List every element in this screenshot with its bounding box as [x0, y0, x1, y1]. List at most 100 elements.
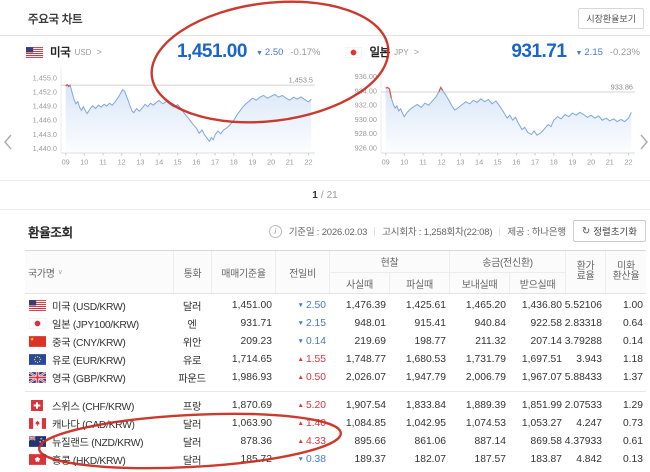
rate-cell: 185.72 [211, 454, 275, 465]
table-row[interactable]: 캐나다 (CAD/KRW)달러1,063.90▲1.401,084.851,04… [25, 415, 646, 433]
svg-text:1,452.0: 1,452.0 [33, 88, 57, 97]
svg-text:14: 14 [475, 158, 483, 167]
table-row[interactable]: 영국 (GBP/KRW)파운드1,986.93▲0.502,026.071,94… [25, 368, 646, 386]
chart-change-pct: -0.23% [610, 47, 640, 58]
down-triangle-icon: ▼ [298, 320, 304, 327]
header-transfer-group: 송금(전신환) [449, 251, 565, 272]
svg-text:16: 16 [192, 158, 200, 167]
pagination-total: 21 [327, 190, 338, 201]
svg-text:16: 16 [512, 158, 520, 167]
pagination-separator: / [321, 190, 324, 201]
table-row[interactable]: 미국 (USD/KRW)달러1,451.00▼2.501,476.391,425… [25, 297, 646, 315]
up-triangle-icon: ▲ [298, 374, 304, 381]
change-cell: ▲1.55 [275, 354, 329, 365]
svg-text:1,443.0: 1,443.0 [33, 130, 57, 139]
cash-buy-cell: 948.01 [329, 318, 389, 329]
up-triangle-icon: ▲ [298, 438, 304, 445]
chart-price: 931.71 [511, 41, 566, 63]
svg-text:1,440.0: 1,440.0 [33, 144, 57, 153]
receive-cell: 183.87 [509, 454, 565, 465]
chart-usd-header[interactable]: 미국 USD > 1,451.00 ▼2.50 -0.17% [25, 40, 321, 64]
header-change: 전일비 [275, 251, 329, 293]
fee-rate-cell: 2.83318 [565, 318, 605, 329]
svg-text:934.00: 934.00 [354, 87, 376, 96]
chevron-right-icon: > [414, 47, 419, 57]
table-row[interactable]: 중국 (CNY/KRW)위안209.23▼0.14219.69198.77211… [25, 333, 646, 351]
header-receive: 받으실때 [509, 272, 565, 293]
receive-cell: 1,436.80 [509, 300, 565, 311]
country-cell: 미국 (USD/KRW) [25, 298, 173, 313]
table-row[interactable]: 유로 (EUR/KRW)유로1,714.65▲1.551,748.771,680… [25, 350, 646, 368]
market-rate-view-button[interactable]: 시장환율보기 [578, 8, 644, 29]
svg-text:15: 15 [174, 158, 182, 167]
charts-section-header: 주요국 차트 시장환율보기 [0, 0, 650, 36]
receive-cell: 1,967.07 [509, 372, 565, 383]
svg-text:18: 18 [230, 158, 238, 167]
prev-chart-button[interactable] [2, 132, 15, 155]
change-cell: ▲1.40 [275, 418, 329, 429]
send-cell: 1,731.79 [449, 354, 509, 365]
cash-buy-cell: 1,476.39 [329, 300, 389, 311]
country-cell: 영국 (GBP/KRW) [25, 370, 173, 385]
send-cell: 1,074.53 [449, 418, 509, 429]
country-cell: 캐나다 (CAD/KRW) [25, 416, 173, 431]
next-chart-button[interactable] [637, 132, 650, 155]
fee-rate-cell: 5.52106 [565, 300, 605, 311]
send-cell: 211.32 [449, 336, 509, 347]
svg-text:926.00: 926.00 [354, 144, 376, 153]
svg-text:10: 10 [400, 158, 408, 167]
table-row[interactable]: 일본 (JPY100/KRW)엔931.71▼2.15948.01915.419… [25, 315, 646, 333]
header-country[interactable]: 국가명∨ [25, 251, 173, 293]
send-cell: 887.14 [449, 436, 509, 447]
svg-text:15: 15 [493, 158, 501, 167]
reset-sort-button[interactable]: ↻ 정렬초기화 [573, 220, 646, 242]
header-usd-rate: 미화환산율 [605, 251, 646, 293]
cash-buy-cell: 1,084.85 [329, 418, 389, 429]
header-rate: 매매기준율 [211, 251, 275, 293]
usd-rate-cell: 1.18 [605, 354, 646, 365]
country-cell: 유로 (EUR/KRW) [25, 352, 173, 367]
fee-rate-cell: 2.07533 [565, 400, 605, 411]
flag-us-icon [25, 46, 43, 58]
usd-rate-cell: 0.64 [605, 318, 646, 329]
receive-cell: 1,697.51 [509, 354, 565, 365]
header-cash-group: 현찰 [329, 251, 449, 272]
table-row[interactable]: 뉴질랜드 (NZD/KRW)달러878.36▲4.33895.66861.068… [25, 433, 646, 451]
table-row[interactable]: 스위스 (CHF/KRW)프랑1,870.69▲5.201,907.541,83… [25, 397, 646, 415]
table-header: 국가명∨ 통화 매매기준율 전일비 현찰 사실때 파실때 송금(전신환) 보내실… [25, 250, 646, 294]
currency-cell: 달러 [173, 452, 211, 467]
country-cell: 뉴질랜드 (NZD/KRW) [25, 434, 173, 449]
cash-sell-cell: 198.77 [389, 336, 449, 347]
cash-sell-cell: 1,833.84 [389, 400, 449, 411]
flag-ca-icon [28, 418, 46, 430]
flag-eu-icon [28, 353, 46, 365]
flag-hk-icon [28, 453, 46, 465]
chart-card-usd: 미국 USD > 1,451.00 ▼2.50 -0.17% 1,455.01,… [25, 40, 321, 168]
svg-text:1,453.5: 1,453.5 [289, 76, 313, 85]
table-row[interactable]: 홍콩 (HKD/KRW)달러185.72▼0.38189.37182.07187… [25, 450, 646, 468]
up-triangle-icon: ▲ [298, 402, 304, 409]
svg-text:11: 11 [99, 158, 107, 167]
send-cell: 187.57 [449, 454, 509, 465]
sort-chevron-icon: ∨ [58, 268, 63, 276]
cash-sell-cell: 1,425.61 [389, 300, 449, 311]
svg-text:20: 20 [587, 158, 595, 167]
change-cell: ▼0.38 [275, 454, 329, 465]
chart-pagination: 1 / 21 [0, 180, 650, 210]
up-triangle-icon: ▲ [298, 356, 304, 363]
svg-text:18: 18 [549, 158, 557, 167]
chart-jpy-header[interactable]: 일본 JPY > 931.71 ▼2.15 -0.23% [345, 40, 641, 64]
currency-cell: 프랑 [173, 398, 211, 413]
svg-text:932.00: 932.00 [354, 101, 376, 110]
receive-cell: 1,851.99 [509, 400, 565, 411]
svg-text:13: 13 [456, 158, 464, 167]
svg-text:22: 22 [624, 158, 632, 167]
change-cell: ▲0.50 [275, 372, 329, 383]
chart-change-pct: -0.17% [290, 47, 320, 58]
svg-text:12: 12 [437, 158, 445, 167]
usd-rate-cell: 1.29 [605, 400, 646, 411]
rates-section-title: 환율조회 [28, 222, 73, 241]
usd-rate-cell: 0.13 [605, 454, 646, 465]
rate-cell: 931.71 [211, 318, 275, 329]
rate-cell: 1,063.90 [211, 418, 275, 429]
